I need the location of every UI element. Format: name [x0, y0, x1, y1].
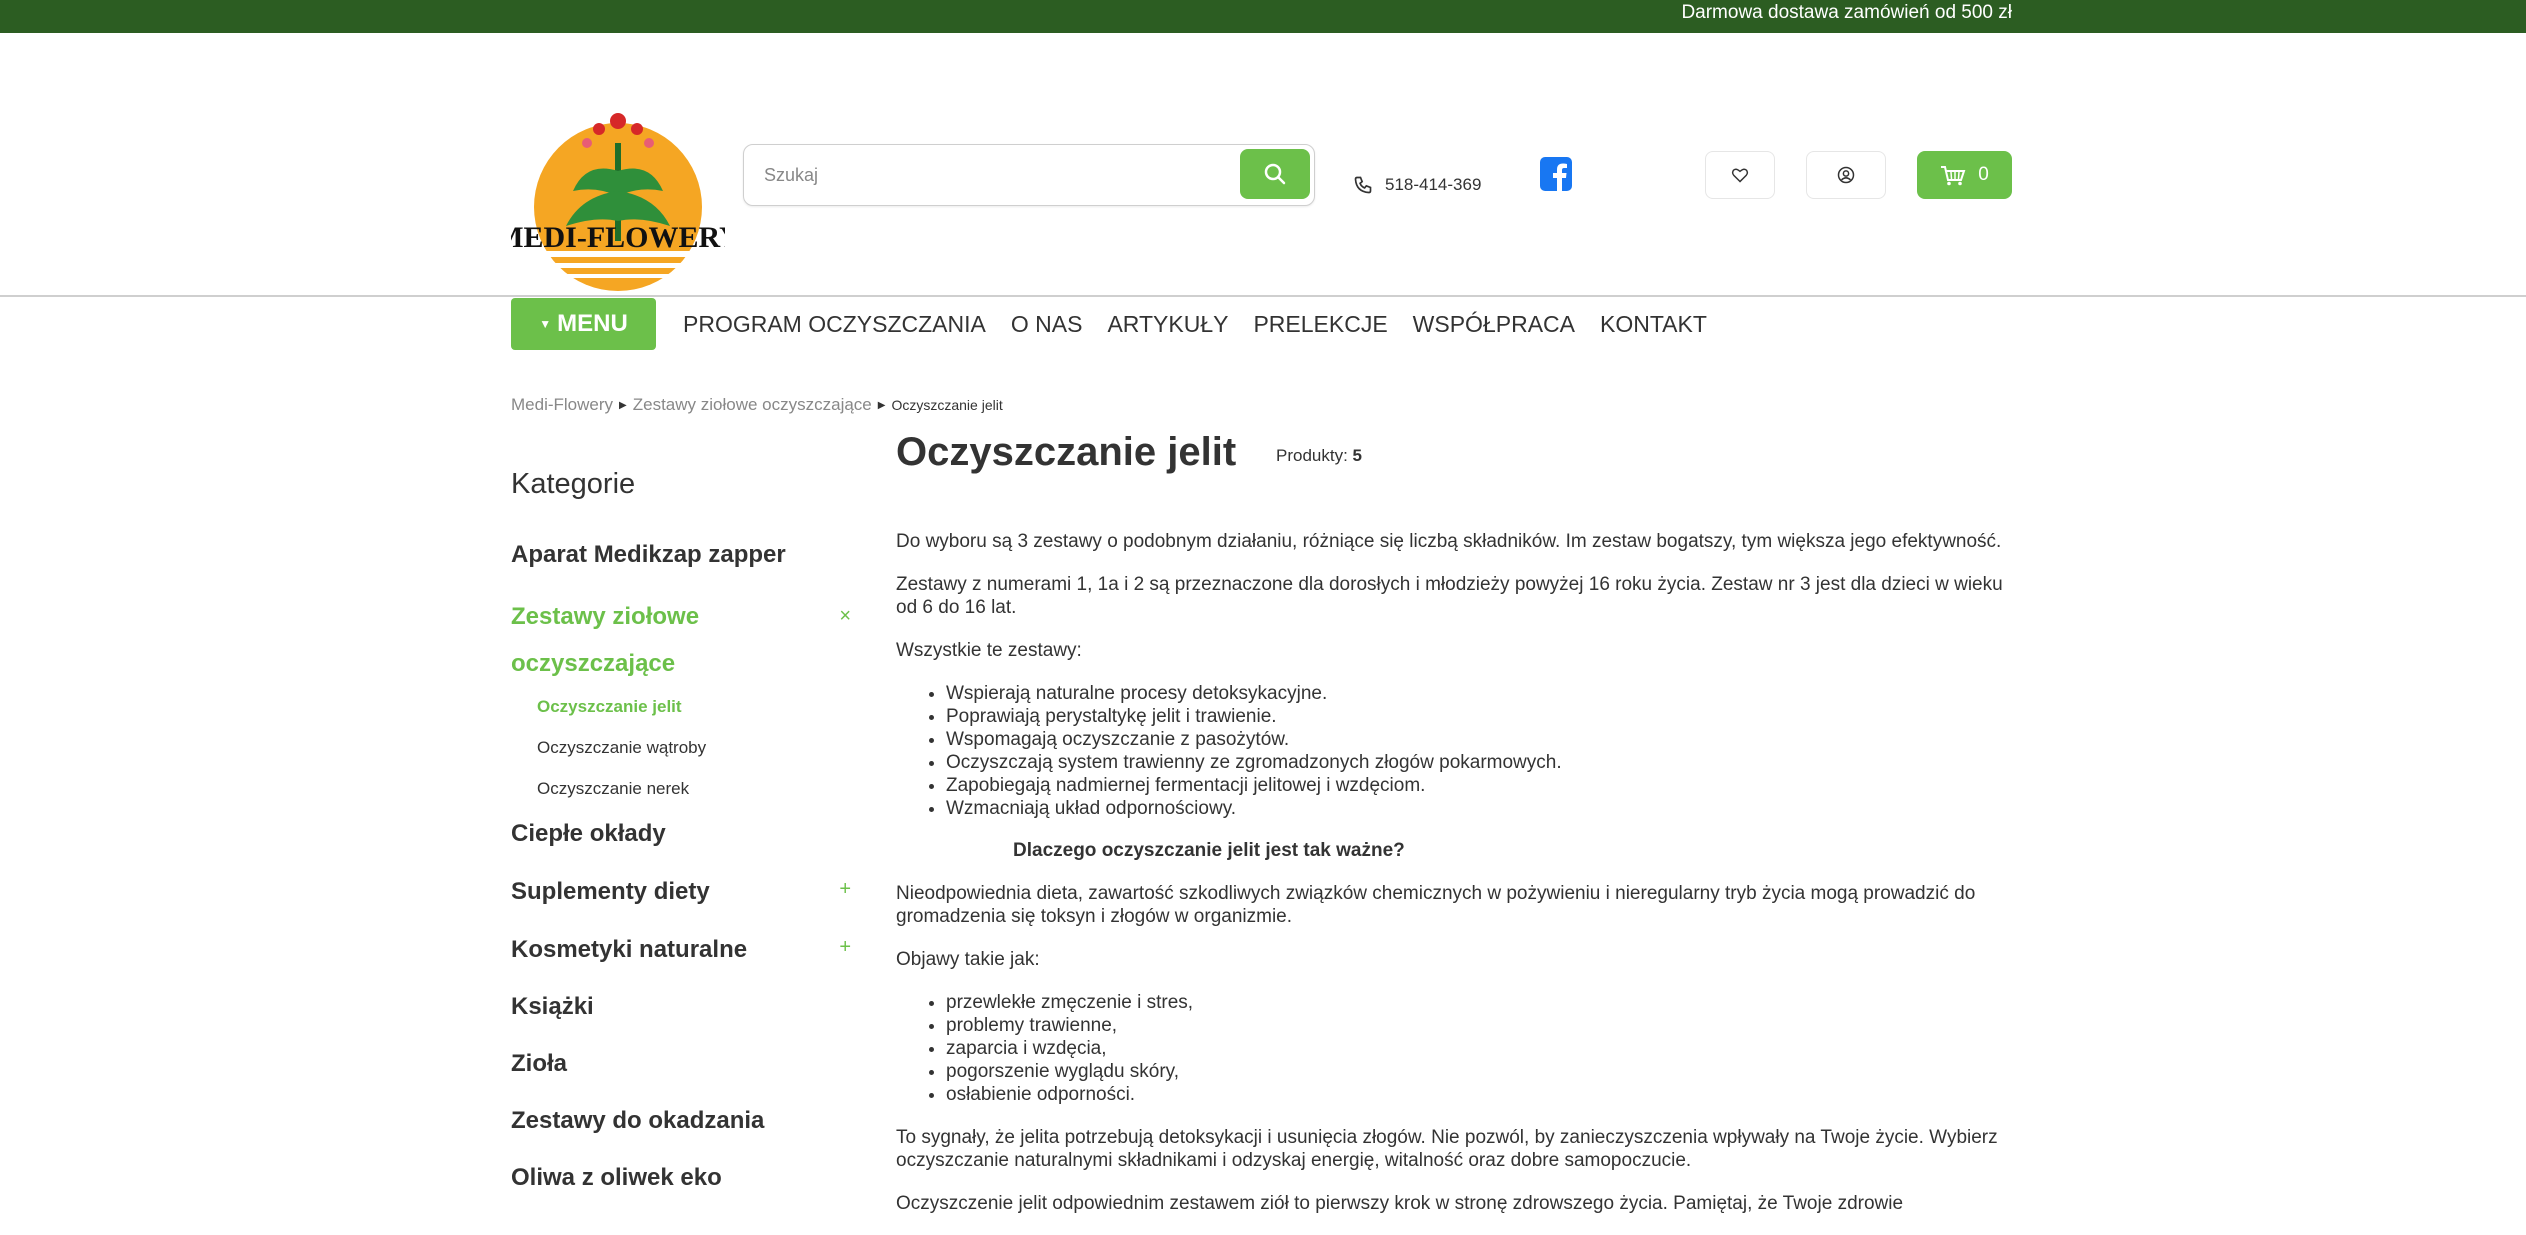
- category-label: oczyszczające: [511, 650, 676, 677]
- benefits-list: Wspierają naturalne procesy detoksykacyj…: [946, 682, 2016, 820]
- breadcrumb-home[interactable]: Medi-Flowery: [511, 395, 613, 415]
- account-button[interactable]: [1806, 151, 1886, 199]
- nav-artykuly[interactable]: ARTYKUŁY: [1107, 311, 1228, 338]
- product-count-label: Produkty:: [1276, 446, 1348, 465]
- nav-o-nas[interactable]: O NAS: [1011, 311, 1083, 338]
- product-count: Produkty: 5: [1276, 446, 1362, 466]
- category-item[interactable]: Ciepłe okłady: [511, 820, 851, 848]
- description-paragraph: Wszystkie te zestawy:: [896, 640, 1082, 661]
- caret-down-icon: ▼: [539, 317, 552, 331]
- heart-icon: [1731, 168, 1749, 183]
- category-item-active[interactable]: Zestawy ziołowe oczyszczające ×: [511, 593, 851, 687]
- breadcrumb-separator-icon: ▶: [877, 399, 886, 411]
- list-item: Wspierają naturalne procesy detoksykacyj…: [946, 682, 2016, 705]
- search-input[interactable]: [764, 153, 1204, 197]
- expand-icon[interactable]: +: [839, 936, 851, 959]
- search-icon: [1264, 163, 1286, 185]
- description-paragraph: Nieodpowiednia dieta, zawartość szkodliw…: [896, 883, 1976, 927]
- category-label: Zestawy ziołowe: [511, 603, 700, 630]
- site-header: MEDI-FLOWERY 518-414-369: [0, 33, 2526, 297]
- description-paragraph: Do wyboru są 3 zestawy o podobnym działa…: [896, 531, 2002, 552]
- top-promo-bar: Darmowa dostawa zamówień od 500 zł: [0, 0, 2526, 33]
- phone-number: 518-414-369: [1385, 175, 1482, 194]
- category-label: Kosmetyki naturalne: [511, 936, 748, 963]
- collapse-icon[interactable]: ×: [839, 593, 851, 640]
- search-button[interactable]: [1240, 149, 1310, 199]
- facebook-icon: [1540, 157, 1572, 191]
- category-label: Oliwa z oliwek eko: [511, 1164, 722, 1191]
- nav-prelekcje[interactable]: PRELEKCJE: [1253, 311, 1387, 338]
- phone-contact[interactable]: 518-414-369: [1353, 172, 1481, 198]
- brand-logo[interactable]: MEDI-FLOWERY: [511, 91, 725, 291]
- nav-wspolpraca[interactable]: WSPÓŁPRACA: [1413, 311, 1575, 338]
- nav-kontakt[interactable]: KONTAKT: [1600, 311, 1707, 338]
- subcategory-item[interactable]: Oczyszczanie wątroby: [537, 738, 851, 758]
- list-item: pogorszenie wyglądu skóry,: [946, 1060, 2016, 1083]
- list-item: Poprawiają perystaltykę jelit i trawieni…: [946, 705, 2016, 728]
- product-count-value: 5: [1352, 446, 1363, 465]
- category-item[interactable]: Aparat Medikzap zapper: [511, 541, 851, 569]
- category-content: Oczyszczanie jelit Produkty: 5 Do wyboru…: [896, 430, 2016, 1215]
- expand-icon[interactable]: +: [839, 878, 851, 901]
- breadcrumb-separator-icon: ▶: [619, 399, 627, 411]
- breadcrumb-category[interactable]: Zestawy ziołowe oczyszczające: [633, 395, 872, 415]
- description-paragraph: To sygnały, że jelita potrzebują detoksy…: [896, 1127, 1998, 1171]
- list-item: Wzmacniają układ odpornościowy.: [946, 797, 2016, 820]
- category-item[interactable]: Suplementy diety +: [511, 878, 851, 906]
- wishlist-button[interactable]: [1705, 151, 1775, 199]
- free-shipping-text: Darmowa dostawa zamówień od 500 zł: [1681, 2, 2012, 23]
- nav-program-oczyszczania[interactable]: PROGRAM OCZYSZCZANIA: [683, 311, 986, 338]
- logo-text: MEDI-FLOWERY: [511, 221, 725, 254]
- list-item: Zapobiegają nadmiernej fermentacji jelit…: [946, 774, 2016, 797]
- menu-label: MENU: [557, 310, 628, 337]
- list-item: osłabienie odporności.: [946, 1083, 2016, 1106]
- category-item[interactable]: Książki: [511, 993, 851, 1021]
- category-label: Ciepłe okłady: [511, 820, 666, 847]
- category-item[interactable]: Oliwa z oliwek eko: [511, 1164, 851, 1192]
- category-item[interactable]: Kosmetyki naturalne +: [511, 936, 851, 964]
- category-item[interactable]: Zestawy do okadzania: [511, 1107, 851, 1135]
- category-label: Aparat Medikzap zapper: [511, 541, 786, 568]
- breadcrumb: Medi-Flowery ▶ Zestawy ziołowe oczyszcza…: [511, 395, 1003, 415]
- user-icon: [1837, 166, 1855, 184]
- symptoms-list: przewlekłe zmęczenie i stres, problemy t…: [946, 991, 2016, 1106]
- main-nav: ▼ MENU PROGRAM OCZYSZCZANIA O NAS ARTYKU…: [511, 298, 1730, 350]
- description-paragraph: Objawy takie jak:: [896, 949, 1040, 970]
- category-label: Zestawy do okadzania: [511, 1107, 765, 1134]
- search-box: [743, 144, 1315, 206]
- phone-icon: [1354, 176, 1372, 194]
- subcategory-item-active[interactable]: Oczyszczanie jelit: [537, 697, 851, 717]
- list-item: Wspomagają oczyszczanie z pasożytów.: [946, 728, 2016, 751]
- cart-count: 0: [1978, 164, 1989, 185]
- logo-icon: MEDI-FLOWERY: [511, 113, 725, 291]
- description-paragraph: Zestawy z numerami 1, 1a i 2 są przeznac…: [896, 574, 2003, 618]
- page-title: Oczyszczanie jelit: [896, 430, 1237, 474]
- subcategory-item[interactable]: Oczyszczanie nerek: [537, 779, 851, 799]
- category-label: Książki: [511, 993, 594, 1020]
- menu-button[interactable]: ▼ MENU: [511, 298, 656, 350]
- list-item: zaparcia i wzdęcia,: [946, 1037, 2016, 1060]
- category-item[interactable]: Zioła: [511, 1050, 851, 1078]
- cart-button[interactable]: 0: [1917, 151, 2012, 199]
- section-heading: Dlaczego oczyszczanie jelit jest tak waż…: [1013, 840, 1405, 861]
- breadcrumb-current: Oczyszczanie jelit: [891, 397, 1003, 413]
- facebook-link[interactable]: [1540, 157, 1572, 191]
- list-item: Oczyszczają system trawienny ze zgromadz…: [946, 751, 2016, 774]
- sidebar-title: Kategorie: [511, 468, 636, 500]
- category-label: Suplementy diety: [511, 878, 710, 905]
- list-item: przewlekłe zmęczenie i stres,: [946, 991, 2016, 1014]
- basket-icon: [1941, 166, 1966, 186]
- category-sidebar: Kategorie Aparat Medikzap zapper Zestawy…: [511, 468, 851, 1192]
- category-label: Zioła: [511, 1050, 568, 1077]
- description-paragraph: Oczyszczenie jelit odpowiednim zestawem …: [896, 1193, 1904, 1214]
- list-item: problemy trawienne,: [946, 1014, 2016, 1037]
